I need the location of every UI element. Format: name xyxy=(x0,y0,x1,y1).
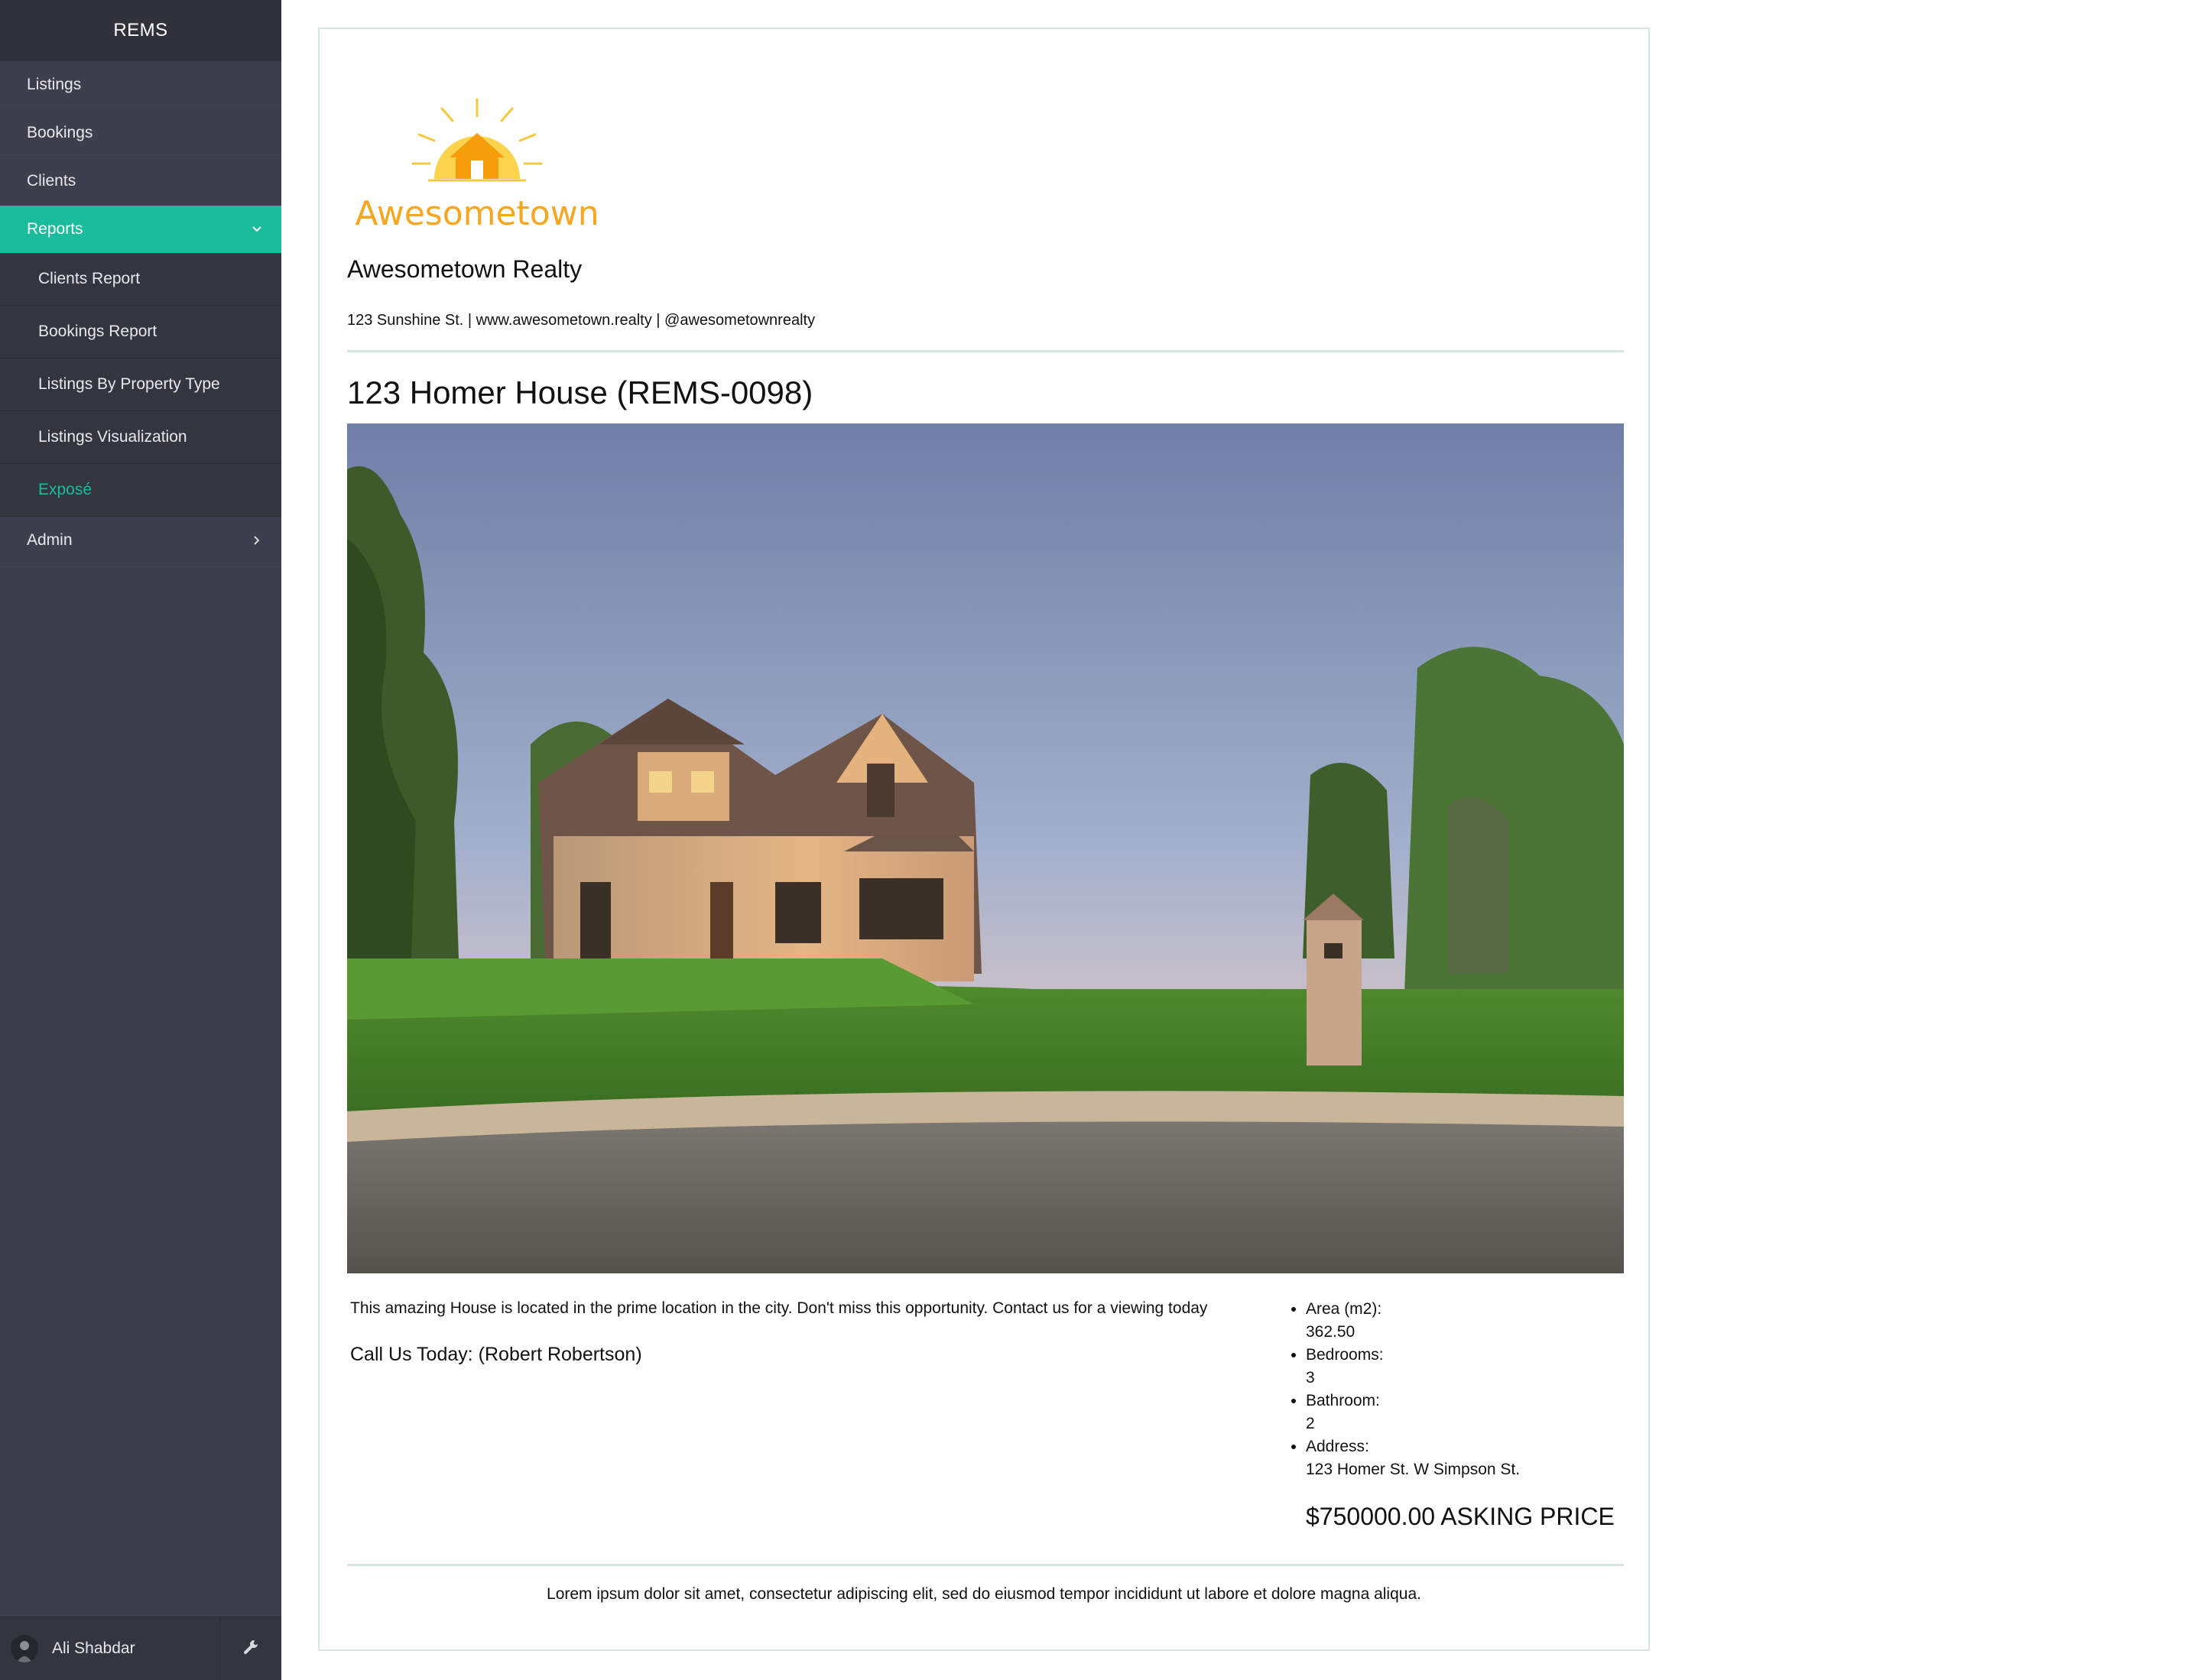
detail-label: Area (m2): xyxy=(1306,1300,1382,1318)
submenu-item-label: Listings Visualization xyxy=(38,428,187,446)
company-logo: Awesometown xyxy=(355,63,599,233)
app-brand[interactable]: REMS xyxy=(0,0,281,61)
call-us-text: Call Us Today: (Robert Robertson) xyxy=(350,1344,642,1365)
sidebar-item-admin[interactable]: Admin xyxy=(0,517,281,565)
submenu-item-label: Exposé xyxy=(38,481,93,498)
sidebar-item-clients[interactable]: Clients xyxy=(0,157,281,206)
detail-value: 3 xyxy=(1306,1369,1315,1386)
submenu-item-expose[interactable]: Exposé xyxy=(0,464,281,517)
detail-address: Address: 123 Homer St. W Simpson St. xyxy=(1306,1435,1621,1481)
detail-value: 2 xyxy=(1306,1415,1315,1432)
chevron-down-icon xyxy=(249,222,265,237)
detail-value: 362.50 xyxy=(1306,1323,1355,1341)
company-name: Awesometown Realty xyxy=(347,255,583,283)
detail-value: 123 Homer St. W Simpson St. xyxy=(1306,1461,1521,1478)
submenu-item-listings-by-property-type[interactable]: Listings By Property Type xyxy=(0,358,281,411)
submenu-item-label: Listings By Property Type xyxy=(38,375,220,393)
expose-footer-text: Lorem ipsum dolor sit amet, consectetur … xyxy=(547,1585,1421,1603)
listing-description: This amazing House is located in the pri… xyxy=(350,1299,1208,1317)
settings-button[interactable] xyxy=(219,1617,281,1680)
sidebar-item-label: Listings xyxy=(27,76,82,93)
detail-bathroom: Bathroom: 2 xyxy=(1306,1390,1621,1435)
asking-price: $750000.00 ASKING PRICE xyxy=(1306,1503,1615,1530)
sidebar-item-bookings[interactable]: Bookings xyxy=(0,109,281,157)
user-name: Ali Shabdar xyxy=(52,1639,135,1657)
chevron-right-icon xyxy=(249,533,265,548)
submenu-item-listings-visualization[interactable]: Listings Visualization xyxy=(0,411,281,464)
detail-label: Address: xyxy=(1306,1438,1369,1455)
submenu-item-bookings-report[interactable]: Bookings Report xyxy=(0,306,281,358)
submenu-item-clients-report[interactable]: Clients Report xyxy=(0,253,281,306)
sidebar-item-label: Clients xyxy=(27,172,76,190)
detail-label: Bathroom: xyxy=(1306,1392,1380,1409)
divider xyxy=(347,350,1624,352)
sidebar-item-label: Reports xyxy=(27,220,83,238)
sidebar-item-label: Bookings xyxy=(27,124,93,141)
expose-document: Awesometown Awesometown Realty 123 Sunsh… xyxy=(318,28,1650,1651)
property-photo xyxy=(347,423,1624,1273)
sidebar-item-listings[interactable]: Listings xyxy=(0,61,281,109)
detail-bedrooms: Bedrooms: 3 xyxy=(1306,1344,1621,1390)
user-profile[interactable]: Ali Shabdar xyxy=(0,1617,219,1680)
logo-text: Awesometown xyxy=(355,194,599,231)
detail-label: Bedrooms: xyxy=(1306,1346,1384,1364)
listing-details: Area (m2): 362.50 Bedrooms: 3 Bathroom: … xyxy=(1284,1298,1621,1481)
detail-area: Area (m2): 362.50 xyxy=(1306,1298,1621,1344)
submenu-item-label: Bookings Report xyxy=(38,323,157,340)
sidebar-item-label: Admin xyxy=(27,531,73,549)
company-contact-line: 123 Sunshine St. | www.awesometown.realt… xyxy=(347,312,816,329)
reports-submenu: Clients Report Bookings Report Listings … xyxy=(0,253,281,517)
listing-title: 123 Homer House (REMS-0098) xyxy=(347,375,813,410)
divider xyxy=(347,1564,1624,1566)
sidebar-item-reports[interactable]: Reports xyxy=(0,206,281,253)
sidebar: REMS Listings Bookings Clients Reports C… xyxy=(0,0,281,1680)
submenu-item-label: Clients Report xyxy=(38,270,141,287)
sidebar-footer: Ali Shabdar xyxy=(0,1617,281,1680)
avatar xyxy=(11,1635,38,1662)
wrench-icon xyxy=(242,1639,259,1659)
